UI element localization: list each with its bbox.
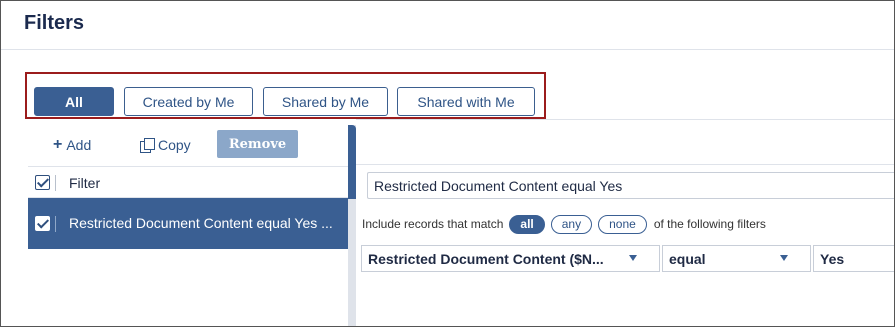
chevron-down-icon xyxy=(780,255,788,261)
copy-icon xyxy=(140,138,155,153)
add-label: Add xyxy=(66,137,92,153)
copy-label: Copy xyxy=(158,137,191,153)
match-any-toggle[interactable]: any xyxy=(550,214,593,234)
column-separator[interactable] xyxy=(55,175,56,191)
field-value: Restricted Document Content ($N... xyxy=(368,250,604,267)
match-suffix: of the following filters xyxy=(653,217,766,231)
condition-value: Yes xyxy=(820,250,845,267)
tabs-divider xyxy=(356,119,894,120)
select-all-checkbox[interactable] xyxy=(35,175,50,190)
title-divider xyxy=(1,49,894,50)
plus-icon: + xyxy=(53,136,63,153)
match-mode-line: Include records that match all any none … xyxy=(362,213,766,235)
list-item[interactable]: Restricted Document Content equal Yes ..… xyxy=(28,198,348,249)
remove-button[interactable]: Remove xyxy=(217,130,298,158)
field-select[interactable]: Restricted Document Content ($N... xyxy=(361,245,660,272)
splitter-handle[interactable] xyxy=(348,125,356,199)
operator-select[interactable]: equal xyxy=(662,245,811,272)
filter-column-header[interactable]: Filter xyxy=(69,175,100,191)
operator-value: equal xyxy=(669,250,706,267)
tab-all[interactable]: All xyxy=(34,87,114,116)
list-header: Filter xyxy=(28,166,348,198)
list-item-label: Restricted Document Content equal Yes ..… xyxy=(69,215,333,231)
column-separator xyxy=(55,216,56,232)
tab-shared-with-me[interactable]: Shared with Me xyxy=(397,87,535,116)
tab-shared-by-me[interactable]: Shared by Me xyxy=(263,87,388,116)
chevron-down-icon xyxy=(629,255,637,261)
page-title: Filters xyxy=(24,12,85,34)
filter-expression-field[interactable]: Restricted Document Content equal Yes xyxy=(367,172,894,199)
tab-created-by-me[interactable]: Created by Me xyxy=(124,87,253,116)
add-button[interactable]: + Add xyxy=(53,134,91,156)
copy-button[interactable]: Copy xyxy=(140,134,191,156)
value-field[interactable]: Yes xyxy=(813,245,894,272)
condition-row: Restricted Document Content ($N... equal… xyxy=(361,245,894,272)
match-prefix: Include records that match xyxy=(362,217,504,231)
tab-group-highlight: All Created by Me Shared by Me Shared wi… xyxy=(25,72,546,119)
match-none-toggle[interactable]: none xyxy=(598,214,647,234)
match-all-toggle[interactable]: all xyxy=(509,214,545,234)
editor-divider xyxy=(356,164,894,165)
row-checkbox[interactable] xyxy=(35,216,50,231)
